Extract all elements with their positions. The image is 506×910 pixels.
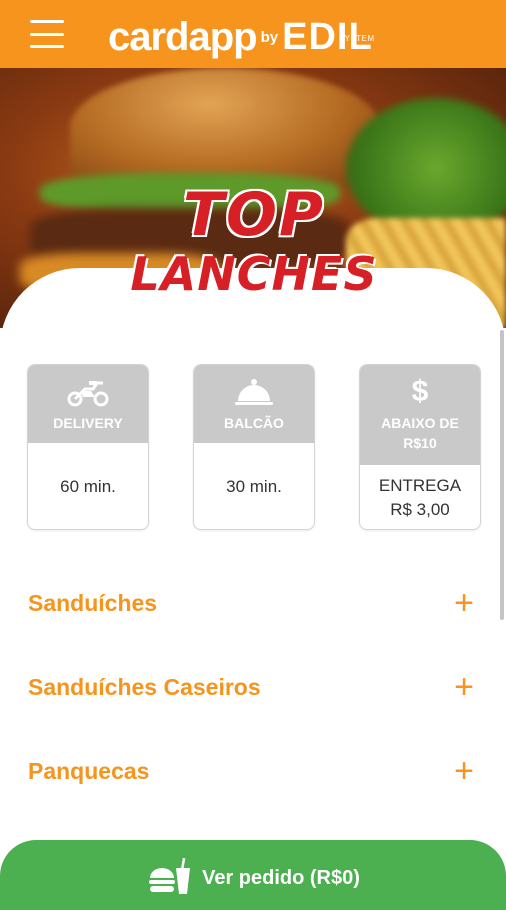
brand-by: by [260,29,279,46]
expand-plus-icon[interactable]: + [454,586,474,620]
service-card-min-order: $ ABAIXO DE R$10 ENTREGA R$ 3,00 [359,364,481,530]
service-value: 60 min. [60,477,116,496]
service-label: DELIVERY [53,415,123,431]
expand-plus-icon[interactable]: + [454,670,474,704]
expand-plus-icon[interactable]: + [454,754,474,788]
service-card-header: DELIVERY [28,365,148,443]
category-item-sanduiches-caseiros[interactable]: Sanduíches Caseiros + [28,662,478,712]
service-label: ABAIXO DE R$10 [381,415,459,451]
logo-line-top: TOP [183,180,325,250]
logo-line-bottom: LANCHES [130,247,378,301]
service-card-header: $ ABAIXO DE R$10 [360,365,480,465]
restaurant-logo: TOP LANCHES [118,182,390,314]
service-card-delivery: DELIVERY 60 min. [27,364,149,530]
cloche-icon [234,375,274,409]
brand-system: SYSTEM [338,34,375,43]
service-label: BALCÃO [224,415,284,431]
category-label: Panquecas [28,757,150,784]
service-card-header: BALCÃO [194,365,314,443]
motorcycle-icon [67,375,109,409]
category-label: Sanduíches Caseiros [28,673,261,700]
brand-name: cardapp [108,15,258,59]
order-button-content: Ver pedido (R$0) [146,856,360,901]
category-label: Sanduíches [28,589,158,616]
service-value: 30 min. [226,477,282,496]
dollar-icon: $ [411,375,429,408]
hamburger-menu-icon[interactable] [30,20,64,48]
category-item-panquecas[interactable]: Panquecas + [28,746,478,796]
brand-edil: EDIL SYSTEM [282,14,375,60]
order-button-label: Ver pedido (R$0) [202,867,360,889]
burger-drink-icon [146,856,192,901]
service-card-counter: BALCÃO 30 min. [193,364,315,530]
scrollbar[interactable] [500,330,504,620]
app-header: cardapp by EDIL SYSTEM [0,0,506,68]
brand-logo: cardapp by EDIL SYSTEM [108,8,375,60]
service-value: ENTREGA R$ 3,00 [378,476,462,519]
category-item-sanduiches[interactable]: Sanduíches + [28,578,478,628]
service-cards: DELIVERY 60 min. BALCÃO 30 min. $ ABAIXO… [27,364,481,530]
